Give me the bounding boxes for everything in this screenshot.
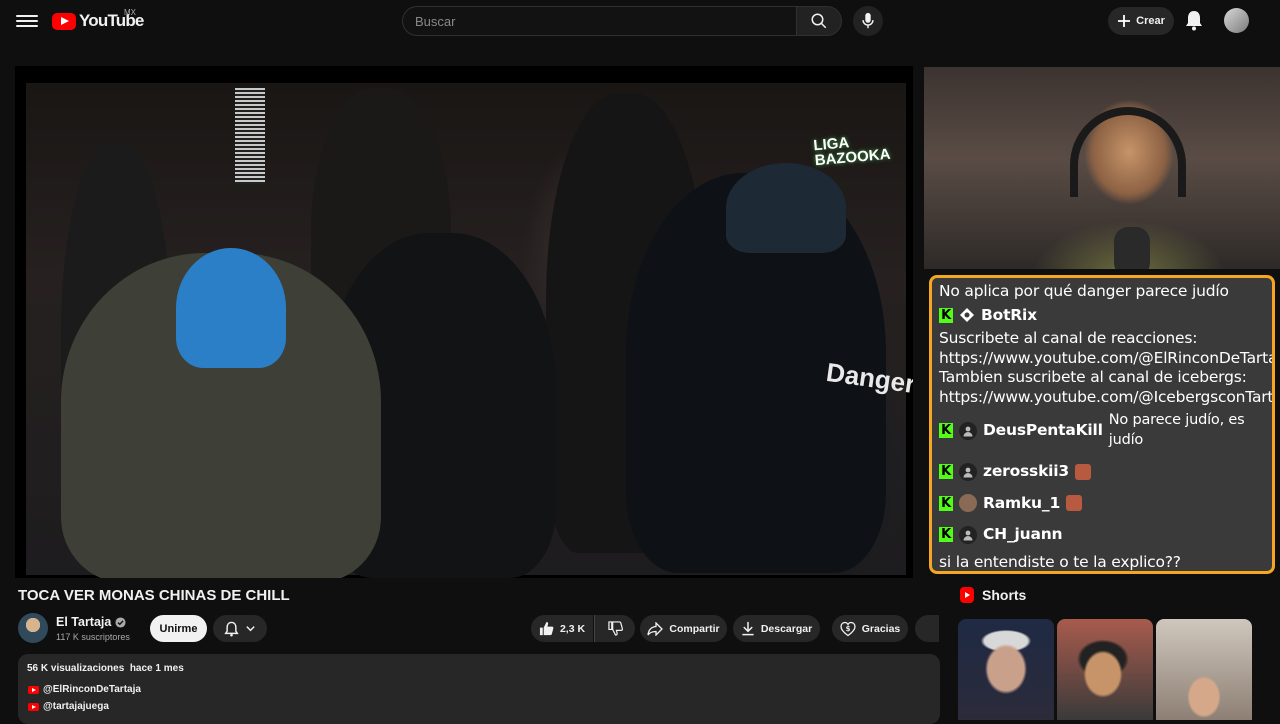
- share-button[interactable]: Compartir: [640, 615, 727, 642]
- share-label: Compartir: [669, 622, 720, 635]
- chat-message: K DeusPentaKill No parece judío, es judí…: [939, 411, 1265, 450]
- download-button[interactable]: Descargar: [733, 615, 820, 642]
- youtube-play-icon: [52, 12, 76, 30]
- chevron-down-icon: [246, 626, 255, 632]
- more-actions-button[interactable]: [915, 615, 939, 642]
- search-button[interactable]: [796, 6, 842, 36]
- thanks-icon: $: [840, 621, 856, 636]
- kick-icon: K: [939, 423, 953, 438]
- stage-light: [235, 88, 265, 184]
- thanks-label: Gracias: [861, 622, 901, 635]
- view-count-date: 56 K visualizaciones hace 1 mes: [27, 663, 184, 674]
- chat-message: K CH_juann: [939, 525, 1265, 545]
- description-link-text: @tartajajuega: [43, 701, 109, 712]
- share-icon: [647, 621, 664, 636]
- search-icon: [811, 13, 827, 29]
- chat-username: zerosskii3: [983, 462, 1069, 480]
- notifications-button[interactable]: [1184, 9, 1206, 33]
- bell-icon: [1186, 11, 1202, 31]
- kick-icon: K: [939, 464, 953, 480]
- kick-icon: K: [939, 496, 953, 511]
- chat-username: Ramku_1: [983, 493, 1061, 512]
- chat-text: No aplica por qué danger parece judío: [939, 282, 1229, 300]
- chat-username: BotRix: [981, 305, 1037, 324]
- chat-overlay: No aplica por qué danger parece judío K …: [929, 275, 1275, 574]
- subscriber-count: 117 K suscriptores: [56, 632, 130, 642]
- chat-text: Suscribete al canal de reacciones: https…: [939, 329, 1275, 406]
- person: [176, 248, 286, 368]
- bot-icon: [960, 308, 974, 323]
- channel-name: El Tartaja: [56, 615, 112, 629]
- chat-text: si la entendiste o te la explico??: [939, 552, 1181, 571]
- voice-search-button[interactable]: [853, 6, 883, 36]
- chat-message: Suscribete al canal de reacciones: https…: [939, 329, 1272, 407]
- create-button[interactable]: Crear: [1108, 7, 1174, 35]
- kick-icon: K: [939, 527, 953, 543]
- search-box: [402, 6, 820, 36]
- create-label: Crear: [1136, 15, 1165, 27]
- user-badge-icon: [959, 462, 977, 481]
- chat-username: CH_juann: [983, 525, 1063, 543]
- youtube-mini-icon: [28, 702, 39, 711]
- league-logo: LIGA BAZOOKA: [812, 134, 892, 170]
- account-avatar[interactable]: [1224, 8, 1249, 33]
- user-avatar-icon: [959, 494, 977, 513]
- search-input[interactable]: [403, 7, 820, 35]
- video-frame: Danger LIGA BAZOOKA: [26, 83, 913, 578]
- shorts-title: Shorts: [982, 587, 1027, 603]
- notification-settings-button[interactable]: [213, 615, 267, 642]
- mic-icon: [862, 12, 874, 29]
- menu-button[interactable]: [16, 10, 38, 32]
- short-thumbnail[interactable]: [958, 619, 1054, 720]
- user-badge-icon: [959, 421, 977, 440]
- country-code: MX: [124, 8, 136, 17]
- like-count: 2,3 K: [559, 622, 586, 635]
- thanks-button[interactable]: $ Gracias: [832, 615, 908, 642]
- headphones: [1070, 107, 1186, 197]
- shorts-icon: [960, 587, 974, 603]
- channel-avatar[interactable]: [18, 613, 48, 643]
- download-icon: [742, 621, 754, 636]
- like-button[interactable]: 2,3 K: [531, 615, 593, 642]
- verified-icon: [115, 616, 126, 628]
- video-title: TOCA VER MONAS CHINAS DE CHILL: [18, 587, 290, 604]
- thumbs-down-icon: [607, 621, 623, 636]
- emote-icon: [1066, 495, 1083, 512]
- description-link-text: @ElRinconDeTartaja: [43, 684, 141, 695]
- bell-icon: [224, 621, 239, 636]
- thumbs-up-icon: [539, 621, 554, 636]
- streamer-webcam: [924, 67, 1280, 269]
- chat-username: DeusPentaKill: [983, 420, 1103, 439]
- description-link[interactable]: @ElRinconDeTartaja: [28, 684, 141, 695]
- emote-icon: [1075, 463, 1091, 480]
- shorts-header: Shorts: [960, 587, 1026, 603]
- short-thumbnail[interactable]: [1156, 619, 1252, 720]
- youtube-mini-icon: [28, 685, 39, 694]
- chat-text: No parece judío, es judío: [1108, 412, 1245, 448]
- svg-text:$: $: [845, 625, 850, 633]
- chat-message: K BotRix: [939, 306, 1265, 326]
- menu-icon: [16, 10, 38, 27]
- short-thumbnail[interactable]: [1057, 619, 1153, 720]
- chat-message: si la entendiste o te la explico??: [939, 552, 1265, 572]
- user-badge-icon: [959, 525, 977, 544]
- description-link[interactable]: @tartajajuega: [28, 701, 109, 712]
- chat-message: K Ramku_1: [939, 494, 1265, 514]
- chat-message: No aplica por qué danger parece judío: [939, 282, 1265, 302]
- dislike-button[interactable]: [594, 615, 635, 642]
- download-label: Descargar: [760, 622, 813, 635]
- kick-icon: K: [939, 308, 953, 323]
- channel-name-link[interactable]: El Tartaja: [56, 615, 126, 629]
- plus-icon: [1118, 15, 1131, 27]
- microphone: [1114, 227, 1150, 269]
- video-player[interactable]: Danger LIGA BAZOOKA: [15, 66, 913, 578]
- chat-message: K zerosskii3: [939, 462, 1265, 482]
- join-button[interactable]: Unirme: [150, 615, 207, 642]
